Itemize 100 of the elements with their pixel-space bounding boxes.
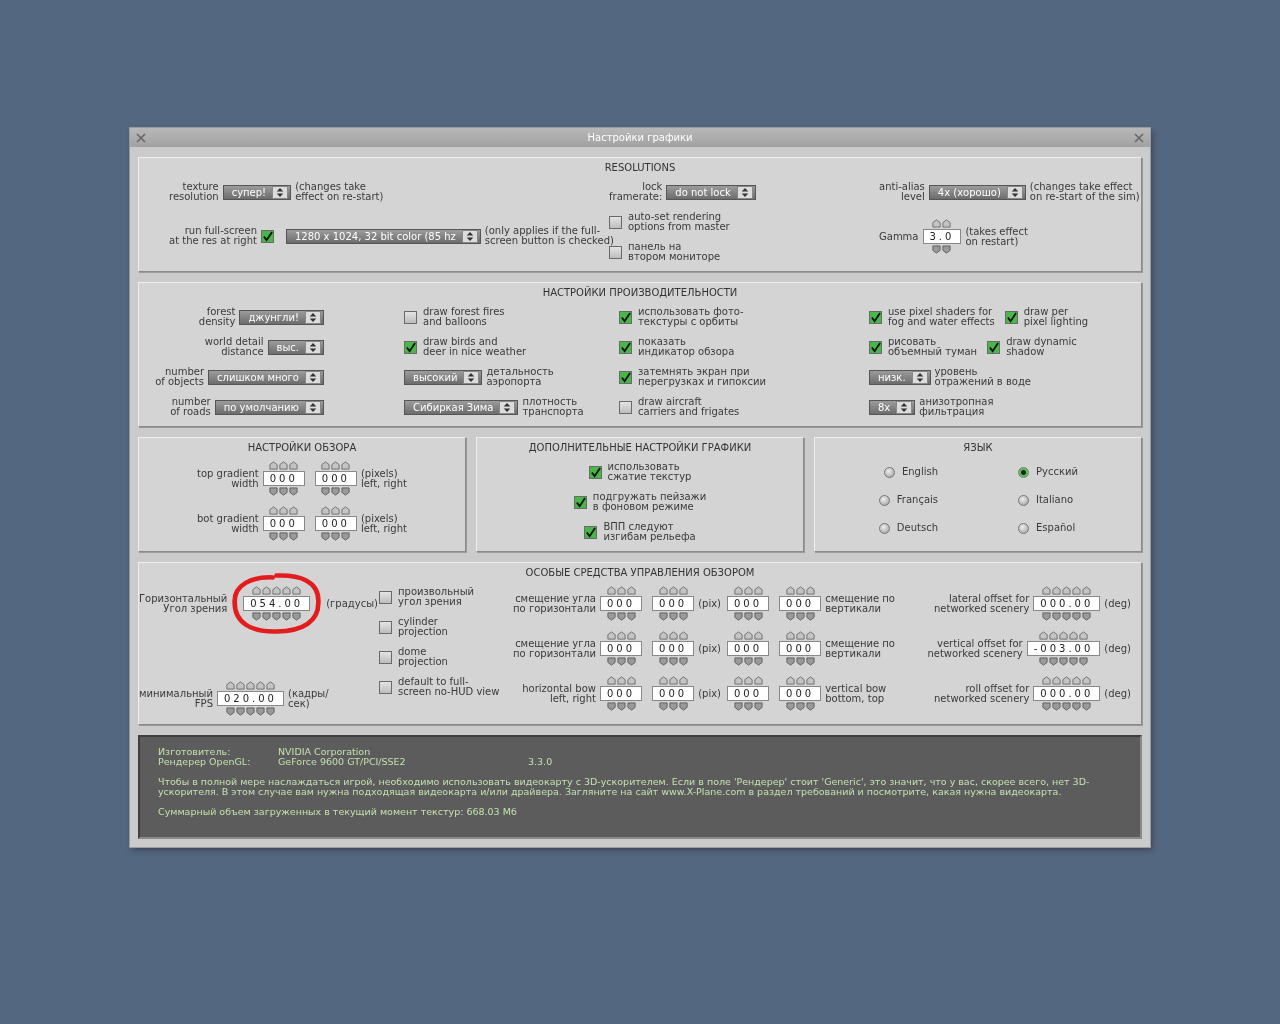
panel-title: НАСТРОЙКИ ОБЗОРА (246, 442, 358, 453)
number-field[interactable]: 000 (599, 686, 643, 701)
number-field[interactable]: 000 (727, 641, 770, 656)
field-label: top gradient width (197, 468, 259, 489)
radio-button[interactable] (1018, 466, 1029, 478)
checkbox[interactable] (609, 215, 622, 229)
checkbox-label: произвольный угол зрения (398, 587, 475, 607)
checkbox-label: default to full- screen no-HUD view (398, 677, 500, 697)
checkbox[interactable] (404, 340, 417, 354)
field-label: lateral offset for networked scenery (934, 593, 1030, 614)
radio-label: English (901, 465, 938, 479)
radio-label: Français (896, 493, 938, 507)
radio-label: Español (1036, 521, 1076, 535)
checkbox[interactable] (619, 340, 632, 354)
note-text: смещение по вертикали (825, 638, 895, 659)
field-label: смещение угла по горизонтали (513, 593, 596, 614)
updown-arrows-icon (911, 370, 928, 384)
updown-arrows-icon (305, 340, 321, 354)
dropdown[interactable]: низк. (869, 369, 931, 385)
note-text: (pix) (698, 688, 721, 699)
number-field[interactable]: 000 (314, 516, 357, 531)
number-field[interactable]: 000 (652, 686, 695, 701)
dropdown[interactable]: 1280 x 1024, 32 bit color (85 hz (286, 228, 481, 244)
number-field[interactable]: 020.00 (217, 691, 284, 706)
note-text: детальность аэропорта (486, 367, 554, 387)
dropdown[interactable]: высокий (404, 369, 483, 385)
checkbox[interactable] (573, 495, 587, 509)
updown-arrows-icon (461, 229, 478, 243)
updown-arrows-icon (896, 400, 913, 414)
number-field[interactable]: 054.00 (243, 596, 311, 611)
number-field[interactable]: 000 (599, 596, 643, 611)
field-label: Горизонтальный Угол зрения (139, 593, 228, 614)
number-field[interactable]: 000.00 (1033, 686, 1101, 701)
dropdown[interactable]: по умолчанию (214, 399, 324, 415)
radio-button[interactable] (1018, 494, 1029, 506)
checkbox[interactable] (1004, 310, 1018, 324)
number-field[interactable]: 000 (779, 641, 822, 656)
number-field[interactable]: 000 (314, 471, 357, 486)
info-label: Изготовитель: (158, 747, 232, 757)
field-label: Gamma (879, 231, 919, 242)
number-field[interactable]: 3.0 (922, 229, 962, 244)
note-text: (deg) (1104, 643, 1131, 654)
dropdown[interactable]: Сибиркая Зима (404, 399, 519, 415)
checkbox[interactable] (379, 620, 392, 634)
radio-button[interactable] (883, 466, 895, 478)
checkbox-label: затемнять экран при перегрузках и гипоксии (638, 367, 766, 387)
checkbox[interactable] (584, 525, 598, 539)
dropdown[interactable]: 4x (хорошо) (928, 184, 1026, 200)
panel-title: НАСТРОЙКИ ПРОИЗВОДИТЕЛЬНОСТИ (541, 287, 739, 298)
checkbox[interactable] (588, 465, 602, 479)
number-field[interactable]: 000 (727, 686, 770, 701)
close-icon[interactable] (136, 132, 146, 143)
info-value: GeForce 9600 GT/PCI/SSE2 (278, 757, 407, 767)
checkbox-label: use pixel shaders for fog and water effects (888, 307, 995, 327)
number-field[interactable]: 000 (652, 596, 695, 611)
number-field[interactable]: 000 (779, 596, 822, 611)
number-field[interactable]: -003.00 (1026, 641, 1101, 656)
field-label: number of objects (155, 367, 204, 387)
checkbox[interactable] (869, 340, 882, 354)
dropdown[interactable]: слишком много (208, 369, 324, 385)
number-field[interactable]: 000 (652, 641, 695, 656)
checkbox-label: рисовать объемный туман (888, 337, 978, 357)
dropdown[interactable]: супер! (222, 184, 292, 200)
note-text: vertical bow bottom, top (825, 683, 887, 704)
checkbox[interactable] (869, 310, 882, 324)
number-field[interactable]: 000 (727, 596, 770, 611)
info-label: Рендерер OpenGL: (158, 757, 252, 767)
checkbox-label: draw forest fires and balloons (423, 307, 505, 327)
dropdown[interactable]: 8x (869, 399, 916, 415)
number-field[interactable]: 000 (599, 641, 643, 656)
note-text: (pixels) left, right (360, 468, 407, 489)
updown-arrows-icon (463, 370, 480, 384)
checkbox[interactable] (379, 680, 392, 694)
checkbox[interactable] (619, 310, 632, 324)
dropdown[interactable]: do not lock (666, 184, 756, 200)
close-icon[interactable] (1134, 132, 1144, 143)
checkbox[interactable] (609, 245, 622, 259)
checkbox[interactable] (379, 590, 392, 604)
note-text: анизотропная фильтрация (919, 397, 994, 417)
radio-button[interactable] (1018, 522, 1029, 534)
checkbox[interactable] (261, 229, 274, 243)
checkbox[interactable] (987, 340, 1001, 354)
updown-arrows-icon (272, 185, 289, 199)
checkbox[interactable] (619, 370, 632, 384)
field-label: vertical offset for networked scenery (927, 638, 1023, 659)
checkbox-label: показать индикатор обзора (638, 337, 735, 357)
number-field[interactable]: 000.00 (1033, 596, 1101, 611)
number-field[interactable]: 000 (262, 471, 305, 486)
number-field[interactable]: 000 (779, 686, 822, 701)
dropdown[interactable]: джунгли! (239, 309, 324, 325)
checkbox[interactable] (619, 400, 632, 414)
radio-button[interactable] (878, 522, 890, 534)
checkbox[interactable] (404, 310, 417, 324)
radio-button[interactable] (878, 494, 890, 506)
radio-label: Italiano (1036, 493, 1074, 507)
checkbox[interactable] (379, 650, 392, 664)
note-text: (кадры/ сек) (288, 688, 329, 709)
checkbox-label: draw aircraft carriers and frigates (638, 397, 740, 417)
number-field[interactable]: 000 (262, 516, 305, 531)
dropdown[interactable]: выс. (267, 339, 324, 355)
